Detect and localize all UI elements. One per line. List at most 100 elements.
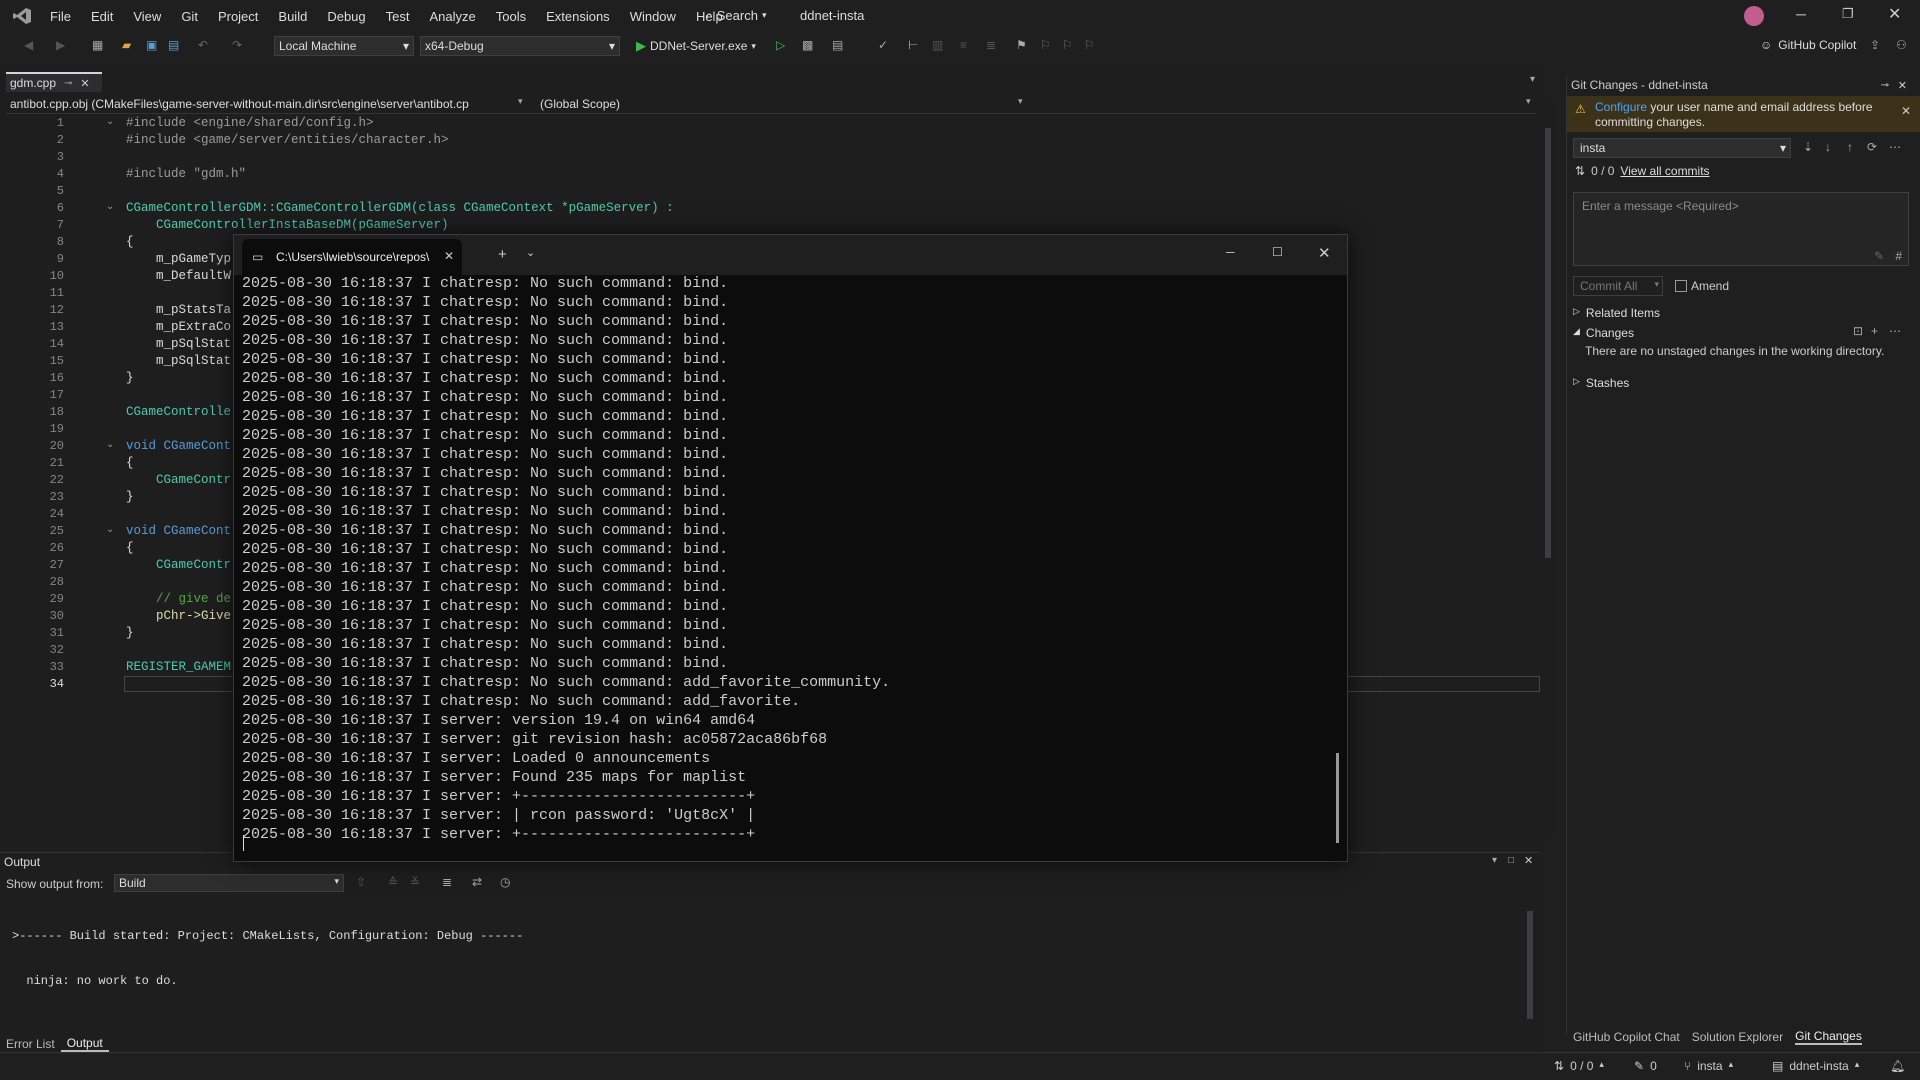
goto-error-icon[interactable]: ⇧: [356, 875, 366, 889]
changes-section[interactable]: ◢ Changes: [1573, 326, 1634, 340]
fold-icon[interactable]: ⌄: [106, 439, 114, 450]
save-icon[interactable]: ▣: [146, 38, 162, 54]
panel-icon[interactable]: ▥: [932, 38, 948, 54]
run-button[interactable]: ▶ DDNet-Server.exe ▾: [636, 38, 756, 54]
notifications-icon[interactable]: 🔔︎: [1890, 1059, 1905, 1073]
dropdown-icon[interactable]: ▾: [1492, 855, 1497, 866]
save-all-icon[interactable]: ▤: [168, 38, 184, 54]
tab-list-icon[interactable]: ▾: [1530, 74, 1535, 85]
prev-message-icon[interactable]: ≙: [388, 875, 398, 889]
github-copilot-button[interactable]: ☺ GitHub Copilot: [1760, 38, 1856, 52]
menu-build[interactable]: Build: [268, 9, 317, 24]
output-scrollbar[interactable]: [1524, 901, 1536, 1031]
pull-icon[interactable]: ↓: [1825, 140, 1831, 154]
fold-icon[interactable]: ⌄: [106, 201, 114, 212]
maximize-icon[interactable]: ☐: [1272, 245, 1283, 259]
pin-icon[interactable]: ⊸: [1881, 80, 1889, 91]
close-icon[interactable]: ✕: [1898, 79, 1907, 92]
fold-icon[interactable]: ⌄: [106, 524, 114, 535]
branch-select[interactable]: insta ▾: [1573, 138, 1791, 158]
copilot-suggest-icon[interactable]: ✎: [1874, 249, 1884, 263]
forward-icon[interactable]: ▶: [56, 38, 72, 54]
dismiss-icon[interactable]: ✕: [1901, 104, 1911, 118]
timestamp-icon[interactable]: ◷: [500, 875, 510, 889]
avatar[interactable]: [1744, 6, 1764, 26]
nav-scope-select[interactable]: (Global Scope): [540, 97, 1036, 111]
more-icon[interactable]: ⋯: [1889, 324, 1901, 338]
share-icon[interactable]: ⇪: [1870, 38, 1886, 54]
nav-file-select[interactable]: antibot.cpp.obj (CMakeFiles\game-server-…: [10, 97, 518, 111]
close-icon[interactable]: ✕: [1888, 4, 1901, 24]
more-icon[interactable]: ⋯: [1889, 140, 1901, 154]
undo-icon[interactable]: ↶: [198, 38, 214, 54]
pending-edits[interactable]: ✎ 0: [1634, 1059, 1657, 1073]
vs-logo-icon[interactable]: [12, 7, 32, 25]
terminal-output[interactable]: 2025-08-30 16:18:37 I chatresp: No such …: [234, 275, 1334, 861]
stash-icon[interactable]: ⊡: [1853, 324, 1863, 338]
editor-scrollbar[interactable]: [1542, 98, 1554, 838]
related-items-section[interactable]: ▷ Related Items: [1573, 306, 1660, 320]
menu-debug[interactable]: Debug: [317, 9, 375, 24]
close-tab-icon[interactable]: ✕: [80, 77, 89, 90]
hash-icon[interactable]: #: [1895, 249, 1902, 263]
new-tab-icon[interactable]: +: [498, 246, 507, 263]
maximize-icon[interactable]: □: [1508, 855, 1514, 866]
menu-tools[interactable]: Tools: [486, 9, 536, 24]
restore-icon[interactable]: ❐: [1842, 6, 1854, 22]
push-icon[interactable]: ↑: [1847, 140, 1853, 154]
commit-all-button[interactable]: Commit All ▾: [1573, 276, 1663, 296]
pin-icon[interactable]: ⊸: [64, 78, 72, 89]
fold-icon[interactable]: ⌄: [106, 116, 114, 127]
menu-test[interactable]: Test: [376, 9, 420, 24]
scrollbar-thumb[interactable]: [1545, 128, 1551, 558]
tab-solution-explorer[interactable]: Solution Explorer: [1692, 1030, 1783, 1044]
terminal-tab[interactable]: ▭ C:\Users\lwieb\source\repos\ ✕: [242, 239, 462, 275]
chevron-down-icon[interactable]: ⌄: [526, 246, 535, 259]
minimize-icon[interactable]: ─: [1226, 245, 1235, 259]
scrollbar-thumb[interactable]: [1527, 911, 1533, 1019]
add-icon[interactable]: +: [1871, 324, 1878, 338]
browser-icon[interactable]: ▩: [802, 38, 818, 54]
menu-extensions[interactable]: Extensions: [536, 9, 620, 24]
new-project-icon[interactable]: ▦: [92, 38, 108, 54]
close-icon[interactable]: ✕: [1524, 854, 1533, 867]
minimize-icon[interactable]: ─: [1796, 6, 1806, 22]
configuration-select[interactable]: x64-Debug ▾: [420, 36, 620, 56]
menu-edit[interactable]: Edit: [81, 9, 123, 24]
target-machine-select[interactable]: Local Machine ▾: [274, 36, 414, 56]
tab-github-copilot-chat[interactable]: GitHub Copilot Chat: [1573, 1030, 1680, 1044]
tab-error-list[interactable]: Error List: [0, 1037, 61, 1051]
close-icon[interactable]: ✕: [1318, 244, 1331, 262]
outdent-icon[interactable]: ≣: [986, 38, 1002, 54]
sync-status[interactable]: ⇅ 0 / 0 ▴: [1554, 1059, 1604, 1073]
menu-analyze[interactable]: Analyze: [419, 9, 485, 24]
bookmark-prev-icon[interactable]: ⚐: [1040, 38, 1056, 54]
bookmark-next-icon[interactable]: ⚐: [1062, 38, 1078, 54]
spellcheck-icon[interactable]: ✓: [878, 38, 894, 54]
sync-icon[interactable]: ⟳: [1867, 140, 1877, 154]
tab-git-changes[interactable]: Git Changes: [1795, 1029, 1862, 1045]
step-icon[interactable]: ⊢: [908, 38, 924, 54]
search-button[interactable]: ⌕ Search ▾: [706, 8, 766, 23]
amend-checkbox[interactable]: Amend: [1675, 279, 1729, 293]
open-folder-icon[interactable]: ▰: [122, 38, 138, 54]
feedback-icon[interactable]: ⚇: [1896, 38, 1912, 54]
menu-window[interactable]: Window: [620, 9, 686, 24]
stashes-section[interactable]: ▷ Stashes: [1573, 376, 1629, 390]
clear-all-icon[interactable]: ≣: [442, 875, 452, 889]
configure-link[interactable]: Configure: [1595, 100, 1647, 114]
bookmark-clear-icon[interactable]: ⚐: [1084, 38, 1100, 54]
terminal-scrollbar-thumb[interactable]: [1336, 753, 1339, 843]
repo-status[interactable]: ▤ ddnet-insta ▴: [1772, 1059, 1859, 1073]
menu-view[interactable]: View: [123, 9, 171, 24]
menu-git[interactable]: Git: [171, 9, 208, 24]
close-tab-icon[interactable]: ✕: [444, 249, 454, 263]
fetch-icon[interactable]: ⇣: [1803, 140, 1813, 154]
menu-file[interactable]: File: [40, 9, 81, 24]
tab-output[interactable]: Output: [60, 1036, 109, 1052]
commit-message-input[interactable]: Enter a message <Required> ✎ #: [1573, 192, 1909, 266]
menu-project[interactable]: Project: [208, 9, 268, 24]
back-icon[interactable]: ◀: [24, 38, 40, 54]
next-message-icon[interactable]: ≚: [410, 875, 420, 889]
tab-gdm-cpp[interactable]: gdm.cpp ⊸ ✕: [6, 72, 102, 92]
